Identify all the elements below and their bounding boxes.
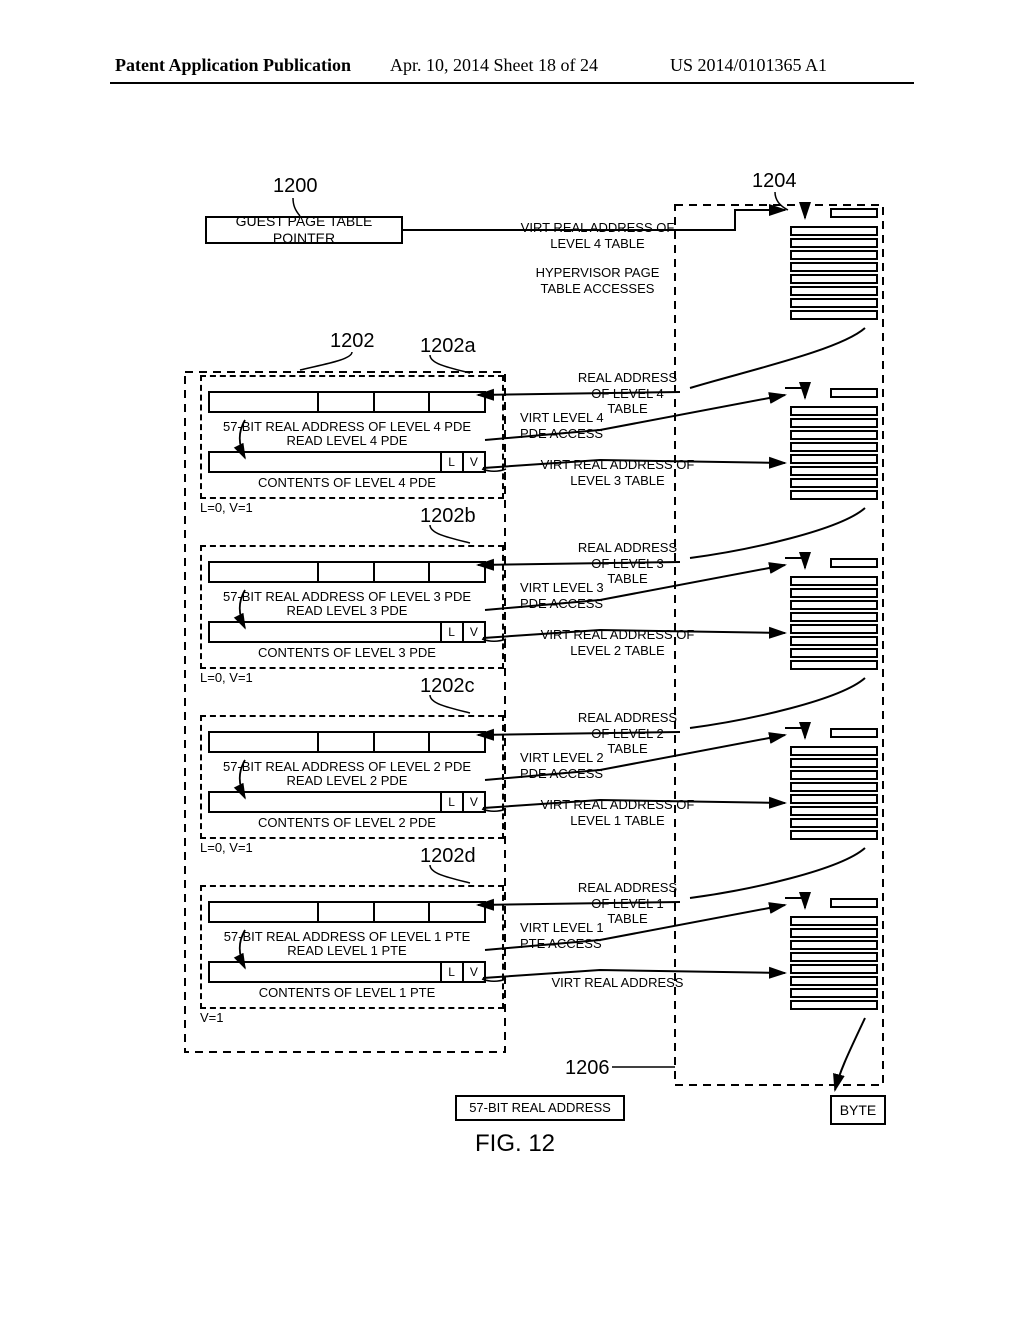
- flag-V: V: [464, 963, 484, 981]
- flag-V: V: [464, 793, 484, 811]
- label-1202c: 1202c: [420, 675, 475, 698]
- block4-contents: CONTENTS OF LEVEL 4 PDE: [208, 475, 486, 491]
- block4-lv: L=0, V=1: [200, 500, 253, 516]
- block1-readsub: READ LEVEL 1 PTE: [208, 943, 486, 959]
- block1-contents: CONTENTS OF LEVEL 1 PTE: [208, 985, 486, 1001]
- block1-real-out: VIRT REAL ADDRESS: [540, 975, 695, 991]
- block2-readsub: READ LEVEL 2 PDE: [208, 773, 486, 789]
- block1-lv: V=1: [200, 1010, 224, 1026]
- byte-box: BYTE: [830, 1095, 886, 1125]
- label-1202b: 1202b: [420, 505, 476, 528]
- flag-L: L: [442, 453, 464, 471]
- label-1202: 1202: [330, 330, 375, 353]
- block3-readsub: READ LEVEL 3 PDE: [208, 603, 486, 619]
- flag-L: L: [442, 623, 464, 641]
- block2-real-out: VIRT REAL ADDRESS OF LEVEL 1 TABLE: [540, 797, 695, 828]
- figure-caption: FIG. 12: [475, 1130, 555, 1158]
- label-1204: 1204: [752, 170, 797, 193]
- block3-contents: CONTENTS OF LEVEL 3 PDE: [208, 645, 486, 661]
- bottom-57bit-box: 57-BIT REAL ADDRESS: [455, 1095, 625, 1121]
- label-1200: 1200: [273, 175, 318, 198]
- block3-real-out: VIRT REAL ADDRESS OF LEVEL 2 TABLE: [540, 627, 695, 658]
- hypervisor-page-table-accesses: HYPERVISOR PAGE TABLE ACCESSES: [520, 265, 675, 296]
- block1-access: VIRT LEVEL 1 PTE ACCESS: [520, 920, 620, 951]
- label-1202a: 1202a: [420, 335, 476, 358]
- flag-L: L: [442, 963, 464, 981]
- header-left: Patent Application Publication: [115, 55, 351, 76]
- flag-V: V: [464, 453, 484, 471]
- block4-access: VIRT LEVEL 4 PDE ACCESS: [520, 410, 620, 441]
- virt-real-address-level4: VIRT REAL ADDRESS OF LEVEL 4 TABLE: [520, 220, 675, 251]
- block4-readsub: READ LEVEL 4 PDE: [208, 433, 486, 449]
- header-rule: [110, 82, 914, 84]
- block2-lv: L=0, V=1: [200, 840, 253, 856]
- label-1206: 1206: [565, 1057, 610, 1080]
- block4-real-out: VIRT REAL ADDRESS OF LEVEL 3 TABLE: [540, 457, 695, 488]
- flag-V: V: [464, 623, 484, 641]
- header-center: Apr. 10, 2014 Sheet 18 of 24: [390, 55, 598, 76]
- flag-L: L: [442, 793, 464, 811]
- block3-access: VIRT LEVEL 3 PDE ACCESS: [520, 580, 620, 611]
- diagram-fig-12: 1200 1202 1202a 1202b 1202c 1202d 1204 1…: [120, 150, 900, 1180]
- guest-page-table-pointer: GUEST PAGE TABLE POINTER: [205, 216, 403, 244]
- label-1202d: 1202d: [420, 845, 476, 868]
- block2-contents: CONTENTS OF LEVEL 2 PDE: [208, 815, 486, 831]
- header-right: US 2014/0101365 A1: [670, 55, 827, 76]
- block2-access: VIRT LEVEL 2 PDE ACCESS: [520, 750, 620, 781]
- block3-lv: L=0, V=1: [200, 670, 253, 686]
